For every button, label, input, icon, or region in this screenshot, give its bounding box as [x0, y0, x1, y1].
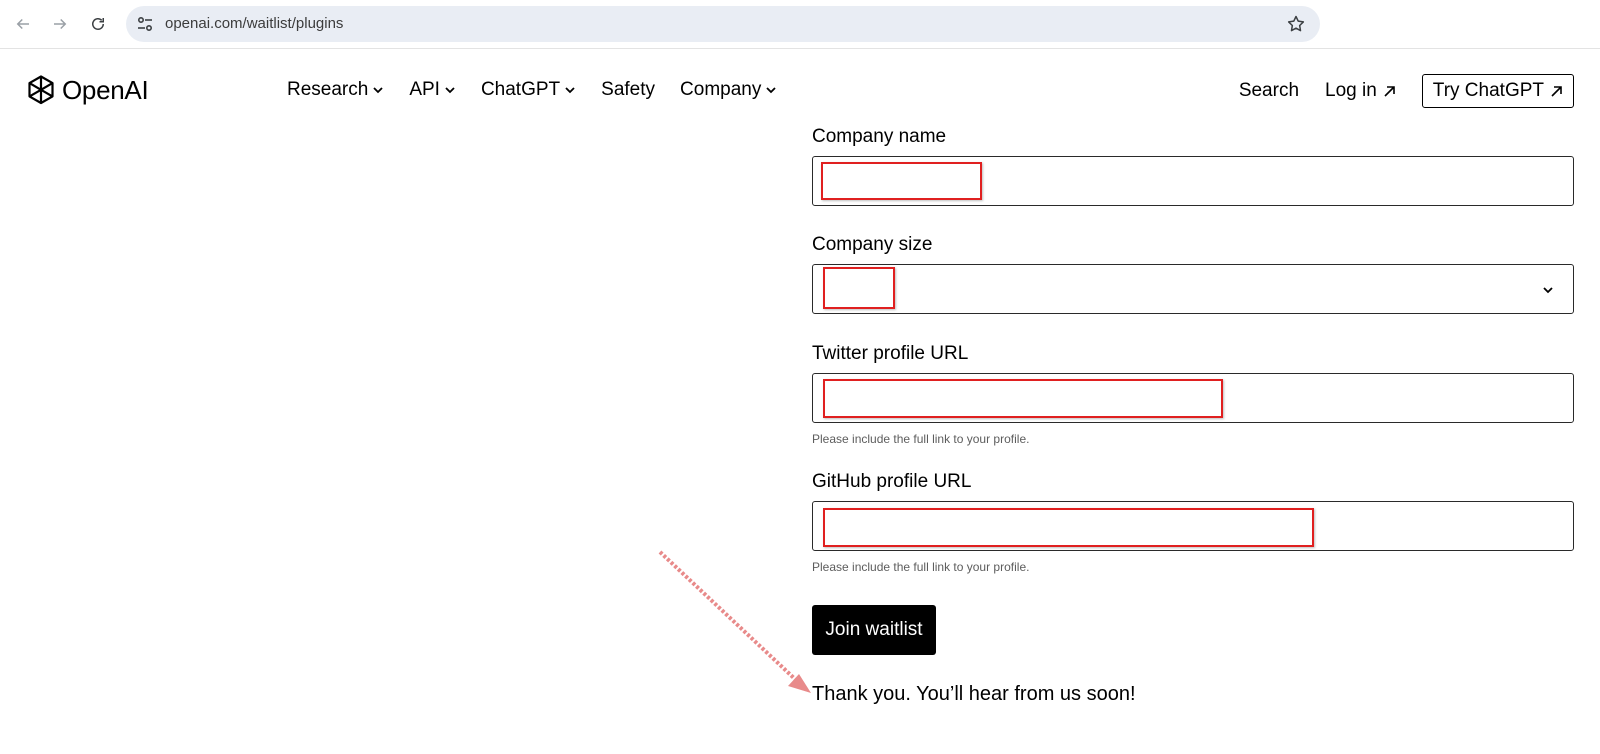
company-name-input[interactable]	[812, 156, 1574, 206]
main-nav: Research API ChatGPT Safety Company	[287, 79, 802, 101]
search-link[interactable]: Search	[1239, 80, 1299, 102]
redaction-box	[823, 379, 1223, 418]
twitter-url-input[interactable]	[812, 373, 1574, 423]
nav-api-label: API	[409, 79, 440, 100]
redaction-box	[821, 162, 982, 200]
nav-company-label: Company	[680, 79, 762, 100]
company-size-select[interactable]	[812, 264, 1574, 314]
nav-api[interactable]: API	[409, 79, 456, 101]
try-chatgpt-button[interactable]: Try ChatGPT	[1421, 74, 1574, 108]
redaction-box	[823, 267, 895, 309]
nav-safety[interactable]: Safety	[601, 79, 655, 101]
site-header: OpenAI Research API ChatGPT Safety Compa…	[0, 50, 1600, 130]
back-icon[interactable]	[11, 12, 35, 36]
address-bar[interactable]: openai.com/waitlist/plugins	[126, 6, 1320, 42]
company-name-label: Company name	[812, 126, 947, 147]
login-label: Log in	[1325, 80, 1377, 101]
twitter-helper-text: Please include the full link to your pro…	[812, 432, 1030, 446]
openai-logo-icon	[28, 75, 54, 105]
github-helper-text: Please include the full link to your pro…	[812, 560, 1030, 574]
nav-chatgpt-label: ChatGPT	[480, 79, 561, 100]
browser-toolbar: openai.com/waitlist/plugins	[0, 0, 1600, 49]
arrow-up-right-icon	[1384, 85, 1395, 97]
chevron-down-icon	[565, 87, 575, 94]
chevron-down-icon	[1543, 287, 1553, 294]
nav-safety-label: Safety	[601, 79, 656, 100]
arrow-up-right-icon	[1551, 85, 1562, 97]
nav-chatgpt[interactable]: ChatGPT	[481, 79, 576, 101]
nav-company[interactable]: Company	[680, 79, 777, 101]
login-link[interactable]: Log in	[1325, 80, 1396, 102]
header-actions: Search Log in Try ChatGPT	[1239, 74, 1574, 108]
try-chatgpt-label: Try ChatGPT	[1432, 80, 1544, 101]
join-waitlist-button[interactable]: Join waitlist	[812, 605, 936, 655]
nav-research-label: Research	[287, 79, 369, 100]
url-text: openai.com/waitlist/plugins	[165, 15, 344, 32]
twitter-label: Twitter profile URL	[812, 343, 969, 364]
github-url-input[interactable]	[812, 501, 1574, 551]
company-size-label: Company size	[812, 234, 933, 255]
reload-icon[interactable]	[86, 12, 110, 36]
waitlist-form: Company name Company size Twitter profil…	[812, 124, 1574, 574]
site-info-icon[interactable]	[136, 15, 154, 33]
github-label: GitHub profile URL	[812, 471, 972, 492]
forward-icon[interactable]	[48, 12, 72, 36]
confirmation-message: Thank you. You’ll hear from us soon!	[812, 683, 1136, 705]
chevron-down-icon	[766, 87, 776, 94]
logo-text: OpenAI	[62, 74, 149, 105]
redaction-box	[823, 508, 1314, 547]
chevron-down-icon	[373, 87, 383, 94]
chevron-down-icon	[445, 87, 455, 94]
nav-research[interactable]: Research	[287, 79, 384, 101]
openai-logo[interactable]: OpenAI	[24, 73, 149, 107]
bookmark-star-icon[interactable]	[1286, 14, 1306, 34]
